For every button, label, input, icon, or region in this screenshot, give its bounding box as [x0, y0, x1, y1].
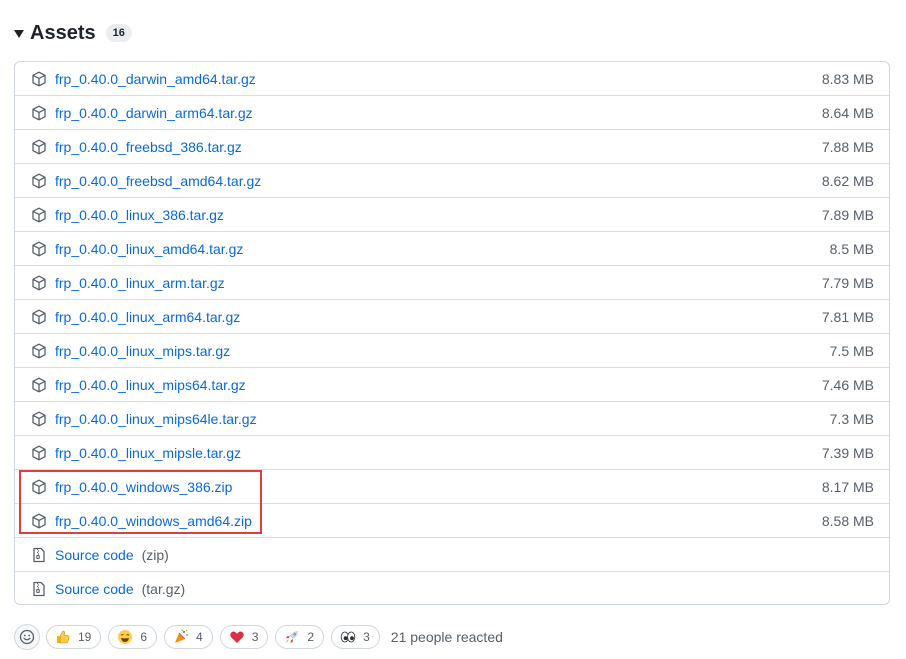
- asset-download-link[interactable]: frp_0.40.0_darwin_amd64.tar.gz: [55, 71, 256, 87]
- package-icon: [32, 275, 46, 290]
- reaction-count: 4: [196, 630, 203, 644]
- assets-list: frp_0.40.0_darwin_amd64.tar.gz 8.83 MB frp…: [14, 61, 890, 605]
- package-icon: [32, 241, 46, 256]
- asset-row: frp_0.40.0_linux_mipsle.tar.gz 7.39 MB: [15, 436, 889, 470]
- reaction-count: 19: [78, 630, 92, 644]
- asset-download-link[interactable]: frp_0.40.0_linux_arm64.tar.gz: [55, 309, 240, 325]
- asset-row: frp_0.40.0_darwin_arm64.tar.gz 8.64 MB: [15, 96, 889, 130]
- asset-row: frp_0.40.0_linux_arm64.tar.gz 7.81 MB: [15, 300, 889, 334]
- asset-size: 8.5 MB: [829, 240, 874, 257]
- asset-row: frp_0.40.0_linux_mips64le.tar.gz 7.3 MB: [15, 402, 889, 436]
- source-code-row: Source code (zip): [15, 538, 889, 572]
- asset-size: 7.79 MB: [821, 274, 874, 291]
- package-icon: [32, 377, 46, 392]
- eyes-icon: [340, 629, 356, 645]
- asset-size: 8.64 MB: [821, 104, 874, 121]
- package-icon: [32, 207, 46, 222]
- reaction-count: 3: [363, 630, 370, 644]
- asset-row: frp_0.40.0_freebsd_386.tar.gz 7.88 MB: [15, 130, 889, 164]
- asset-size: 7.81 MB: [821, 308, 874, 325]
- package-icon: [32, 105, 46, 120]
- reaction-list: 19 6 4 3 2 3: [46, 625, 387, 649]
- reaction-button[interactable]: 3: [331, 625, 380, 649]
- asset-row: frp_0.40.0_windows_386.zip 8.17 MB: [15, 470, 889, 504]
- asset-size: 7.39 MB: [821, 444, 874, 461]
- asset-download-link[interactable]: frp_0.40.0_linux_mipsle.tar.gz: [55, 445, 241, 461]
- asset-row: frp_0.40.0_freebsd_amd64.tar.gz 8.62 MB: [15, 164, 889, 198]
- asset-row: frp_0.40.0_windows_amd64.zip 8.58 MB: [15, 504, 889, 538]
- asset-size: 7.46 MB: [821, 376, 874, 393]
- rocket-icon: [284, 629, 300, 645]
- thumbs-up-icon: [55, 629, 71, 645]
- assets-count-badge: 16: [105, 24, 132, 42]
- laugh-icon: [117, 629, 133, 645]
- reaction-button[interactable]: 4: [164, 625, 213, 649]
- reactions-bar: 19 6 4 3 2 3 21 people reacted: [14, 623, 503, 651]
- asset-download-link[interactable]: frp_0.40.0_linux_mips.tar.gz: [55, 343, 230, 359]
- reaction-count: 3: [251, 630, 259, 644]
- file-zip-icon: [33, 547, 45, 562]
- asset-size: 7.3 MB: [829, 410, 874, 427]
- asset-download-link[interactable]: frp_0.40.0_windows_386.zip: [55, 479, 232, 495]
- caret-down-icon: [14, 30, 24, 38]
- asset-row: frp_0.40.0_linux_mips64.tar.gz 7.46 MB: [15, 368, 889, 402]
- reaction-button[interactable]: 6: [108, 625, 158, 649]
- package-icon: [32, 309, 46, 324]
- asset-size: 7.5 MB: [829, 342, 874, 359]
- assets-toggle[interactable]: Assets 16: [14, 18, 132, 48]
- asset-row: frp_0.40.0_darwin_amd64.tar.gz 8.83 MB: [15, 62, 889, 96]
- source-code-format: (zip): [141, 546, 169, 563]
- asset-size: 7.89 MB: [821, 206, 874, 223]
- package-icon: [32, 343, 46, 358]
- reaction-button[interactable]: 19: [46, 625, 102, 649]
- asset-size: 8.17 MB: [821, 478, 874, 495]
- source-code-format: (tar.gz): [141, 581, 186, 597]
- asset-size: 8.58 MB: [821, 512, 874, 529]
- asset-row: frp_0.40.0_linux_amd64.tar.gz 8.5 MB: [15, 232, 889, 266]
- asset-size: 8.62 MB: [821, 172, 874, 189]
- add-reaction-button[interactable]: [14, 624, 40, 650]
- package-icon: [32, 173, 46, 188]
- reactions-summary: 21 people reacted: [390, 629, 503, 645]
- source-code-link[interactable]: Source code: [55, 581, 134, 597]
- assets-title: Assets: [30, 21, 96, 44]
- heart-icon: [229, 629, 245, 645]
- asset-download-link[interactable]: frp_0.40.0_linux_arm.tar.gz: [55, 275, 225, 291]
- package-icon: [32, 513, 46, 528]
- package-icon: [32, 479, 46, 494]
- package-icon: [32, 71, 46, 86]
- asset-download-link[interactable]: frp_0.40.0_darwin_arm64.tar.gz: [55, 105, 253, 121]
- package-icon: [32, 411, 46, 426]
- reaction-count: 6: [140, 630, 148, 644]
- asset-size: 8.83 MB: [821, 70, 874, 87]
- asset-download-link[interactable]: frp_0.40.0_freebsd_386.tar.gz: [55, 139, 242, 155]
- asset-row: frp_0.40.0_linux_386.tar.gz 7.89 MB: [15, 198, 889, 232]
- asset-download-link[interactable]: frp_0.40.0_linux_mips64le.tar.gz: [55, 411, 257, 427]
- hooray-icon: [173, 629, 189, 645]
- reaction-count: 2: [307, 630, 315, 644]
- asset-size: 7.88 MB: [821, 138, 874, 155]
- asset-download-link[interactable]: frp_0.40.0_linux_amd64.tar.gz: [55, 241, 243, 257]
- source-code-row: Source code (tar.gz): [15, 572, 889, 604]
- reaction-button[interactable]: 2: [275, 625, 325, 649]
- asset-download-link[interactable]: frp_0.40.0_windows_amd64.zip: [55, 513, 252, 529]
- reaction-button[interactable]: 3: [219, 625, 269, 649]
- smiley-icon: [19, 629, 35, 645]
- asset-download-link[interactable]: frp_0.40.0_linux_386.tar.gz: [55, 207, 224, 223]
- asset-download-link[interactable]: frp_0.40.0_freebsd_amd64.tar.gz: [55, 173, 261, 189]
- package-icon: [32, 445, 46, 460]
- package-icon: [32, 139, 46, 154]
- file-zip-icon: [33, 581, 45, 597]
- asset-download-link[interactable]: frp_0.40.0_linux_mips64.tar.gz: [55, 377, 246, 393]
- asset-row: frp_0.40.0_linux_mips.tar.gz 7.5 MB: [15, 334, 889, 368]
- source-code-link[interactable]: Source code: [55, 547, 134, 563]
- asset-row: frp_0.40.0_linux_arm.tar.gz 7.79 MB: [15, 266, 889, 300]
